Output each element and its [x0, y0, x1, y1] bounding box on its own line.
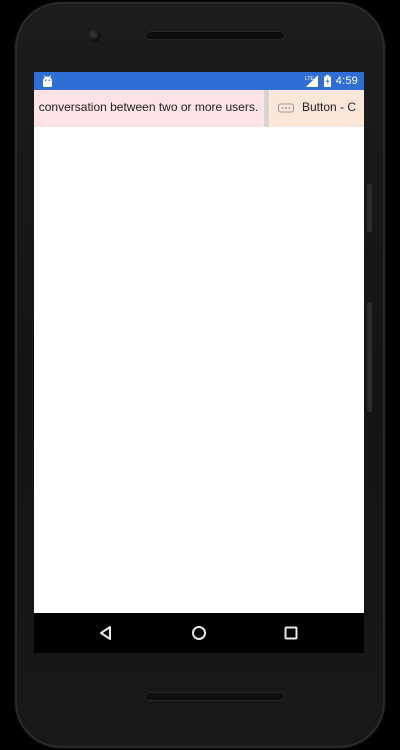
- navigation-bar: [34, 613, 364, 653]
- top-speaker-grille: [145, 31, 285, 40]
- android-icon: [43, 75, 52, 87]
- volume-rocker[interactable]: [367, 302, 372, 412]
- status-icons: LTE 4:59: [305, 73, 358, 89]
- button-icon: [278, 103, 294, 113]
- list-item-button[interactable]: Button - C: [269, 90, 364, 127]
- battery-icon: [323, 75, 331, 87]
- svg-text:LTE: LTE: [305, 76, 314, 82]
- status-clock: 4:59: [335, 75, 358, 87]
- front-camera-icon: [88, 29, 101, 42]
- recents-icon[interactable]: [281, 623, 301, 643]
- device-stage: LTE 4:59 conversation between two or mor…: [0, 0, 400, 750]
- screen: LTE 4:59 conversation between two or mor…: [34, 72, 364, 613]
- power-button[interactable]: [367, 184, 372, 232]
- status-bar: LTE 4:59: [34, 72, 364, 90]
- bottom-speaker-grille: [145, 692, 285, 701]
- list-item-text: Button - C: [302, 100, 357, 114]
- list-item[interactable]: conversation between two or more users.: [34, 90, 265, 127]
- home-icon[interactable]: [189, 623, 209, 643]
- signal-icon: LTE: [305, 75, 318, 87]
- list-item-text: conversation between two or more users.: [38, 100, 259, 114]
- horizontal-list[interactable]: conversation between two or more users. …: [34, 90, 364, 127]
- back-icon[interactable]: [96, 623, 116, 643]
